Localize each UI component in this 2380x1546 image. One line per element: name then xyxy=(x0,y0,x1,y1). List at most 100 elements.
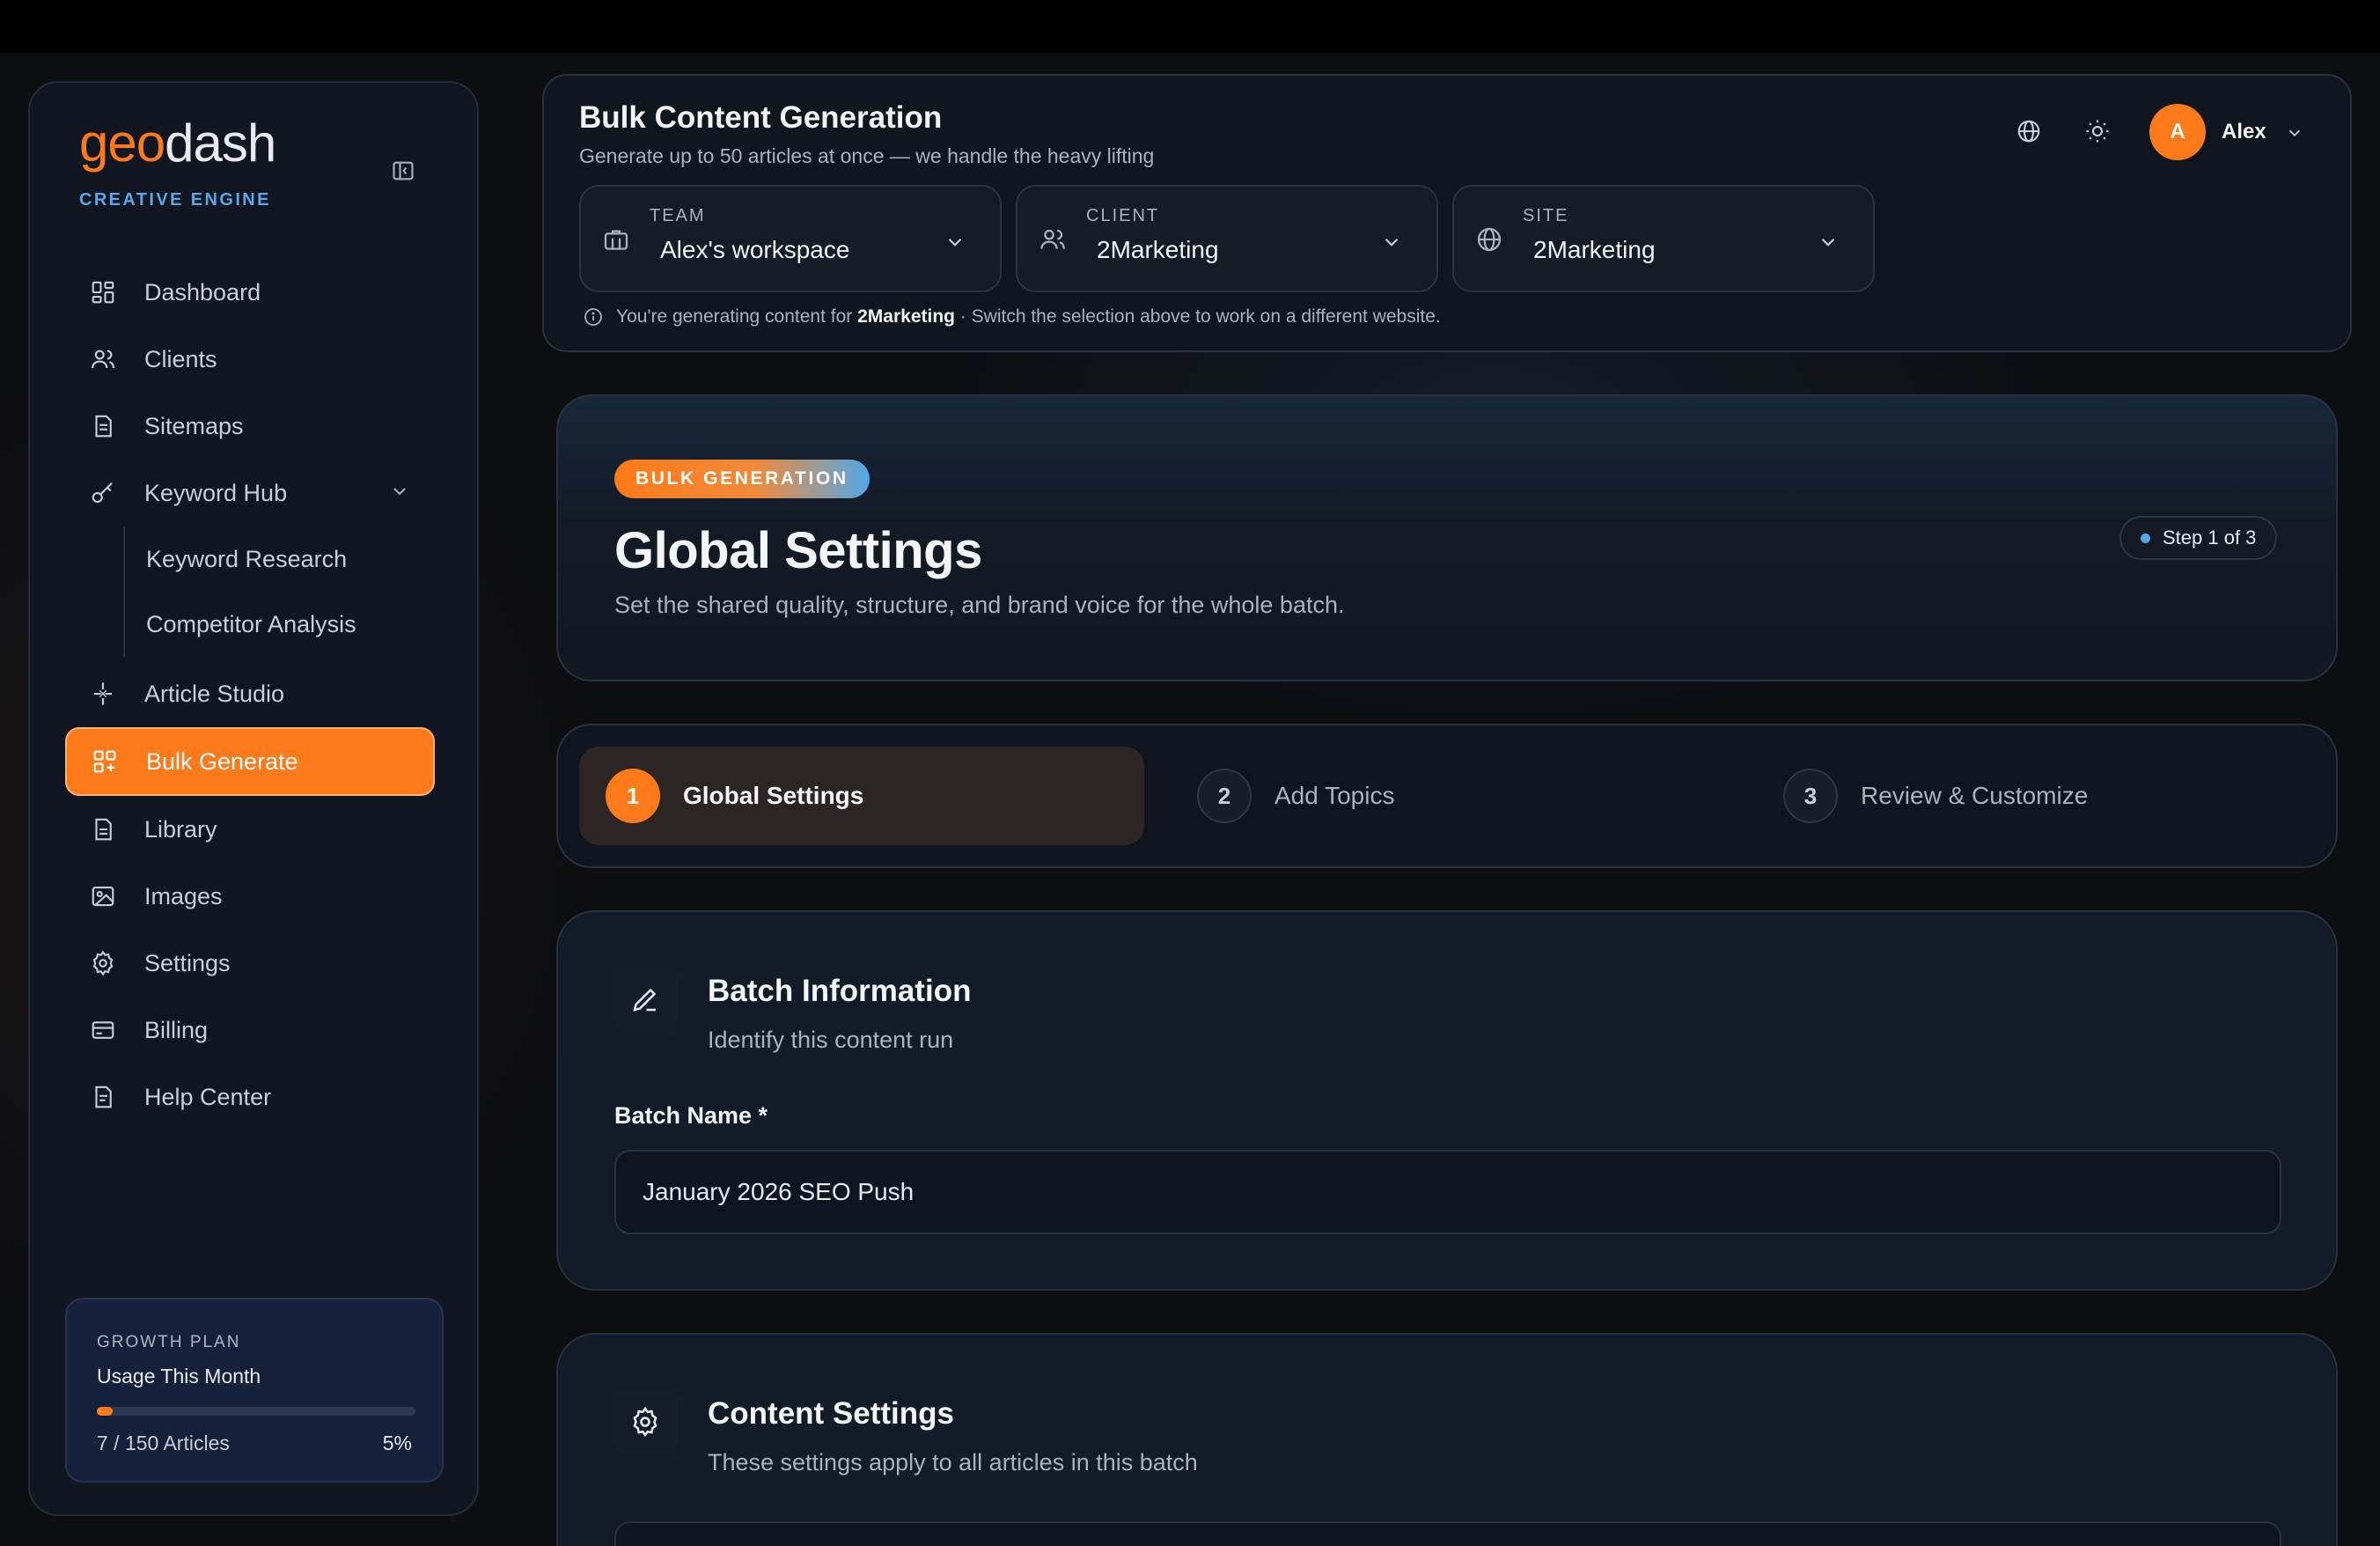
sidebar-item-label: Clients xyxy=(144,345,217,372)
pencil-icon xyxy=(613,967,678,1032)
sun-icon xyxy=(2086,120,2109,143)
logo[interactable]: geodash xyxy=(79,113,276,173)
sidebar-item-images[interactable]: Images xyxy=(65,863,435,930)
avatar[interactable]: A xyxy=(2149,104,2206,160)
image-icon xyxy=(88,881,118,911)
chevron-down-icon xyxy=(1817,231,1840,258)
batch-information-card: Batch Information Identify this content … xyxy=(556,910,2338,1291)
sparkle-icon xyxy=(88,679,118,709)
info-prefix: You're generating content for xyxy=(616,306,853,327)
chevron-down-icon xyxy=(1380,231,1403,258)
step-badge-label: Step 1 of 3 xyxy=(2163,526,2257,548)
sidebar-item-dashboard[interactable]: Dashboard xyxy=(65,259,435,326)
sidebar-nav: Dashboard Clients Sitemaps Keyword Hub K… xyxy=(65,259,435,1130)
sidebar-item-label: Sitemaps xyxy=(144,412,244,439)
sidebar-item-settings[interactable]: Settings xyxy=(65,930,435,997)
selector-value: 2Marketing xyxy=(1097,236,1219,263)
hero-card: BULK GENERATION Global Settings Set the … xyxy=(556,394,2338,681)
team-selector[interactable]: TEAM Alex's workspace xyxy=(579,185,1002,292)
sidebar-item-sitemaps[interactable]: Sitemaps xyxy=(65,393,435,460)
logo-tagline: CREATIVE ENGINE xyxy=(79,190,271,210)
selection-info: You're generating content for 2Marketing… xyxy=(583,306,1441,328)
sidebar-subitem-keyword-research[interactable]: Keyword Research xyxy=(146,526,435,592)
sidebar-item-label: Keyword Hub xyxy=(144,479,288,506)
step-label: Review & Customize xyxy=(1861,782,2089,809)
file-icon xyxy=(88,814,118,844)
card-title: Batch Information xyxy=(708,974,972,1008)
step-global-settings[interactable]: 1 Global Settings xyxy=(579,747,1144,845)
gear-icon xyxy=(613,1389,678,1454)
selector-label: TEAM xyxy=(650,206,706,225)
sidebar-item-label: Help Center xyxy=(144,1083,272,1110)
step-review-customize[interactable]: 3 Review & Customize xyxy=(1757,747,2088,845)
chevron-down-icon[interactable] xyxy=(2285,123,2304,147)
batch-name-input[interactable]: January 2026 SEO Push xyxy=(614,1150,2281,1234)
status-dot xyxy=(2141,533,2150,543)
selector-label: SITE xyxy=(1523,206,1569,225)
usage-percent: 5% xyxy=(382,1432,412,1454)
section-subtitle: Set the shared quality, structure, and b… xyxy=(614,592,1345,618)
info-suffix: · Switch the selection above to work on … xyxy=(959,306,1441,327)
keyword-hub-submenu: Keyword Research Competitor Analysis xyxy=(123,526,435,657)
sidebar-item-library[interactable]: Library xyxy=(65,796,435,863)
globe-icon xyxy=(1475,225,1503,258)
briefcase-icon xyxy=(602,225,630,258)
window-top-bar xyxy=(0,0,2380,53)
step-number: 3 xyxy=(1783,769,1838,823)
language-button[interactable] xyxy=(2016,118,2042,149)
selector-value: Alex's workspace xyxy=(660,236,850,263)
globe-icon xyxy=(2017,120,2040,143)
section-title: Global Settings xyxy=(614,522,982,579)
users-icon xyxy=(1039,225,1067,258)
sidebar-item-billing[interactable]: Billing xyxy=(65,997,435,1064)
usage-card: GROWTH PLAN Usage This Month 7 / 150 Art… xyxy=(65,1298,444,1483)
sidebar-item-label: Dashboard xyxy=(144,278,261,306)
sidebar-subitem-competitor-analysis[interactable]: Competitor Analysis xyxy=(146,592,435,657)
key-icon xyxy=(88,478,118,508)
sidebar-item-label: Settings xyxy=(144,949,231,976)
step-number: 2 xyxy=(1197,769,1252,823)
selector-value: 2Marketing xyxy=(1533,236,1656,263)
logo-part-geo: geo xyxy=(79,114,165,173)
step-add-topics[interactable]: 2 Add Topics xyxy=(1171,747,1394,845)
sidebar: geodash CREATIVE ENGINE Dashboard Client… xyxy=(28,81,479,1516)
card-title: Content Settings xyxy=(708,1396,954,1431)
info-site: 2Marketing xyxy=(857,306,955,327)
stepper: 1 Global Settings 2 Add Topics 3 Review … xyxy=(556,724,2338,868)
theme-toggle-button[interactable] xyxy=(2084,118,2111,149)
collapse-sidebar-button[interactable] xyxy=(382,150,424,192)
usage-progress-fill xyxy=(97,1407,114,1416)
sidebar-item-label: Article Studio xyxy=(144,680,285,707)
sidebar-collapse-icon xyxy=(393,161,414,180)
plan-name: GROWTH PLAN xyxy=(97,1333,241,1351)
content-settings-card: Content Settings These settings apply to… xyxy=(556,1333,2338,1546)
document-icon xyxy=(88,411,118,441)
content-settings-field[interactable] xyxy=(614,1521,2281,1546)
site-selector[interactable]: SITE 2Marketing xyxy=(1452,185,1875,292)
sidebar-item-article-studio[interactable]: Article Studio xyxy=(65,660,435,727)
client-selector[interactable]: CLIENT 2Marketing xyxy=(1016,185,1438,292)
sidebar-item-keyword-hub[interactable]: Keyword Hub xyxy=(65,460,435,526)
logo-part-dash: dash xyxy=(165,114,276,173)
sidebar-item-clients[interactable]: Clients xyxy=(65,326,435,393)
card-subtitle: Identify this content run xyxy=(708,1027,954,1053)
page-header: Bulk Content Generation Generate up to 5… xyxy=(542,74,2352,352)
step-label: Global Settings xyxy=(683,782,864,809)
page-subtitle: Generate up to 50 articles at once — we … xyxy=(579,144,1155,167)
step-number: 1 xyxy=(606,769,660,823)
page-title: Bulk Content Generation xyxy=(579,100,943,135)
user-name[interactable]: Alex xyxy=(2222,120,2266,144)
chevron-down-icon xyxy=(944,231,966,258)
info-icon xyxy=(584,308,602,326)
chevron-down-icon[interactable] xyxy=(389,481,410,508)
sidebar-item-label: Library xyxy=(144,815,217,843)
step-label: Add Topics xyxy=(1274,782,1395,809)
sidebar-item-label: Bulk Generate xyxy=(146,747,298,775)
gear-icon xyxy=(88,948,118,978)
grid-plus-icon xyxy=(90,747,120,777)
sidebar-item-help-center[interactable]: Help Center xyxy=(65,1064,435,1130)
usage-count: 7 / 150 Articles xyxy=(97,1432,230,1454)
card-subtitle: These settings apply to all articles in … xyxy=(708,1449,1198,1476)
sidebar-item-bulk-generate[interactable]: Bulk Generate xyxy=(65,727,435,796)
selector-label: CLIENT xyxy=(1086,206,1160,225)
